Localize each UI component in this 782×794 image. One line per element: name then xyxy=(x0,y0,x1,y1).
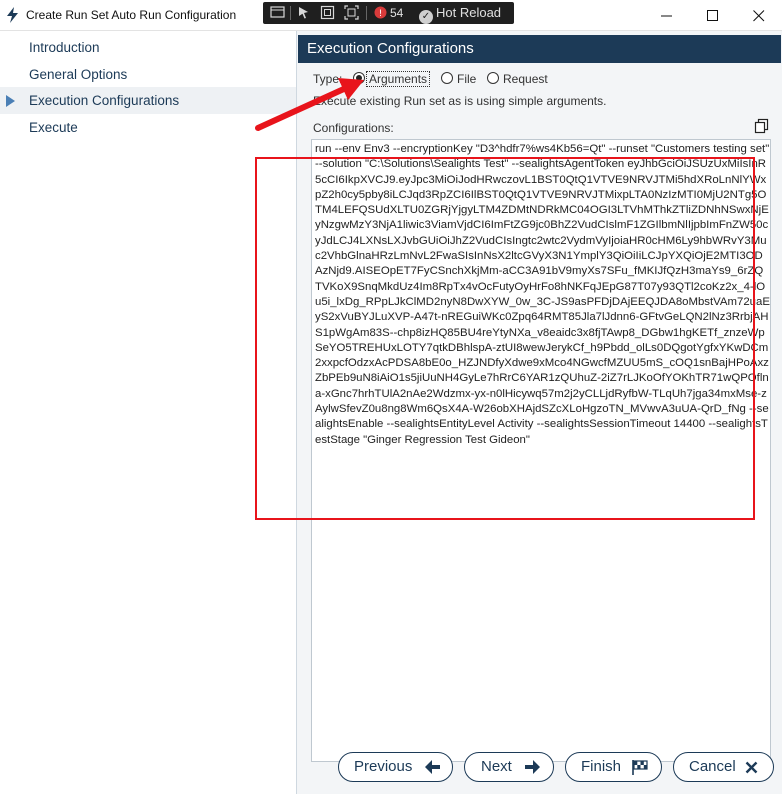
live-tree-icon[interactable] xyxy=(268,5,286,21)
wizard-nav: Introduction General Options Execution C… xyxy=(0,31,297,794)
close-icon xyxy=(745,761,758,774)
finish-button-label: Finish xyxy=(581,758,622,775)
nav-item-introduction[interactable]: Introduction xyxy=(0,34,296,61)
binding-failures-count: 54 xyxy=(390,6,404,20)
lightning-bolt-icon xyxy=(7,7,18,23)
cancel-button[interactable]: Cancel xyxy=(673,752,774,782)
nav-item-execute[interactable]: Execute xyxy=(0,114,296,141)
current-step-arrow-icon xyxy=(6,95,15,107)
maximize-button[interactable] xyxy=(690,0,736,31)
close-window-icon xyxy=(753,10,765,22)
radio-selected-icon xyxy=(353,72,365,84)
type-description: Execute existing Run set as is using sim… xyxy=(313,94,607,108)
previous-button[interactable]: Previous xyxy=(338,752,453,782)
debug-toolbar: ! 54 ✓ Hot Reload xyxy=(263,2,514,24)
maximize-icon xyxy=(707,10,718,21)
next-button-label: Next xyxy=(481,758,512,775)
previous-button-label: Previous xyxy=(354,758,413,775)
hot-reload-label: Hot Reload xyxy=(436,5,502,20)
select-element-icon[interactable] xyxy=(295,5,313,21)
window-title: Create Run Set Auto Run Configuration xyxy=(26,8,237,22)
minimize-icon xyxy=(661,15,672,17)
display-adorners-icon[interactable] xyxy=(318,5,336,21)
checkmark-icon: ✓ xyxy=(419,10,433,24)
radio-unselected-icon xyxy=(487,72,499,84)
content-panel: Execution Configurations Type: Arguments… xyxy=(297,31,782,794)
minimize-button[interactable] xyxy=(644,0,690,31)
arrow-left-icon xyxy=(425,760,440,774)
page-title: Execution Configurations xyxy=(298,35,781,63)
close-window-button[interactable] xyxy=(736,0,782,31)
next-button[interactable]: Next xyxy=(464,752,554,782)
hot-reload-button[interactable]: ✓ Hot Reload xyxy=(419,5,502,24)
binding-failures-icon[interactable]: ! xyxy=(371,5,389,21)
copy-icon[interactable] xyxy=(754,118,770,134)
nav-item-execution-configurations[interactable]: Execution Configurations xyxy=(0,87,296,114)
title-bar: Create Run Set Auto Run Configuration ! … xyxy=(0,0,782,31)
configurations-textbox[interactable]: run --env Env3 --encryptionKey "D3^hdfr7… xyxy=(311,139,771,762)
type-label: Type: xyxy=(313,72,343,86)
track-focus-icon[interactable] xyxy=(342,5,360,21)
checkered-flag-icon xyxy=(632,760,648,775)
radio-unselected-icon xyxy=(441,72,453,84)
configurations-label: Configurations: xyxy=(313,121,394,135)
radio-file-label: File xyxy=(457,72,477,86)
finish-button[interactable]: Finish xyxy=(565,752,662,782)
radio-arguments-label: Arguments xyxy=(365,71,431,87)
arrow-right-icon xyxy=(525,760,540,774)
svg-text:!: ! xyxy=(378,9,382,19)
radio-request-label: Request xyxy=(503,72,548,86)
toolbar-separator xyxy=(366,6,367,20)
toolbar-separator xyxy=(290,6,291,20)
nav-item-general-options[interactable]: General Options xyxy=(0,61,296,88)
nav-item-label: Execution Configurations xyxy=(29,93,180,108)
cancel-button-label: Cancel xyxy=(689,758,736,775)
